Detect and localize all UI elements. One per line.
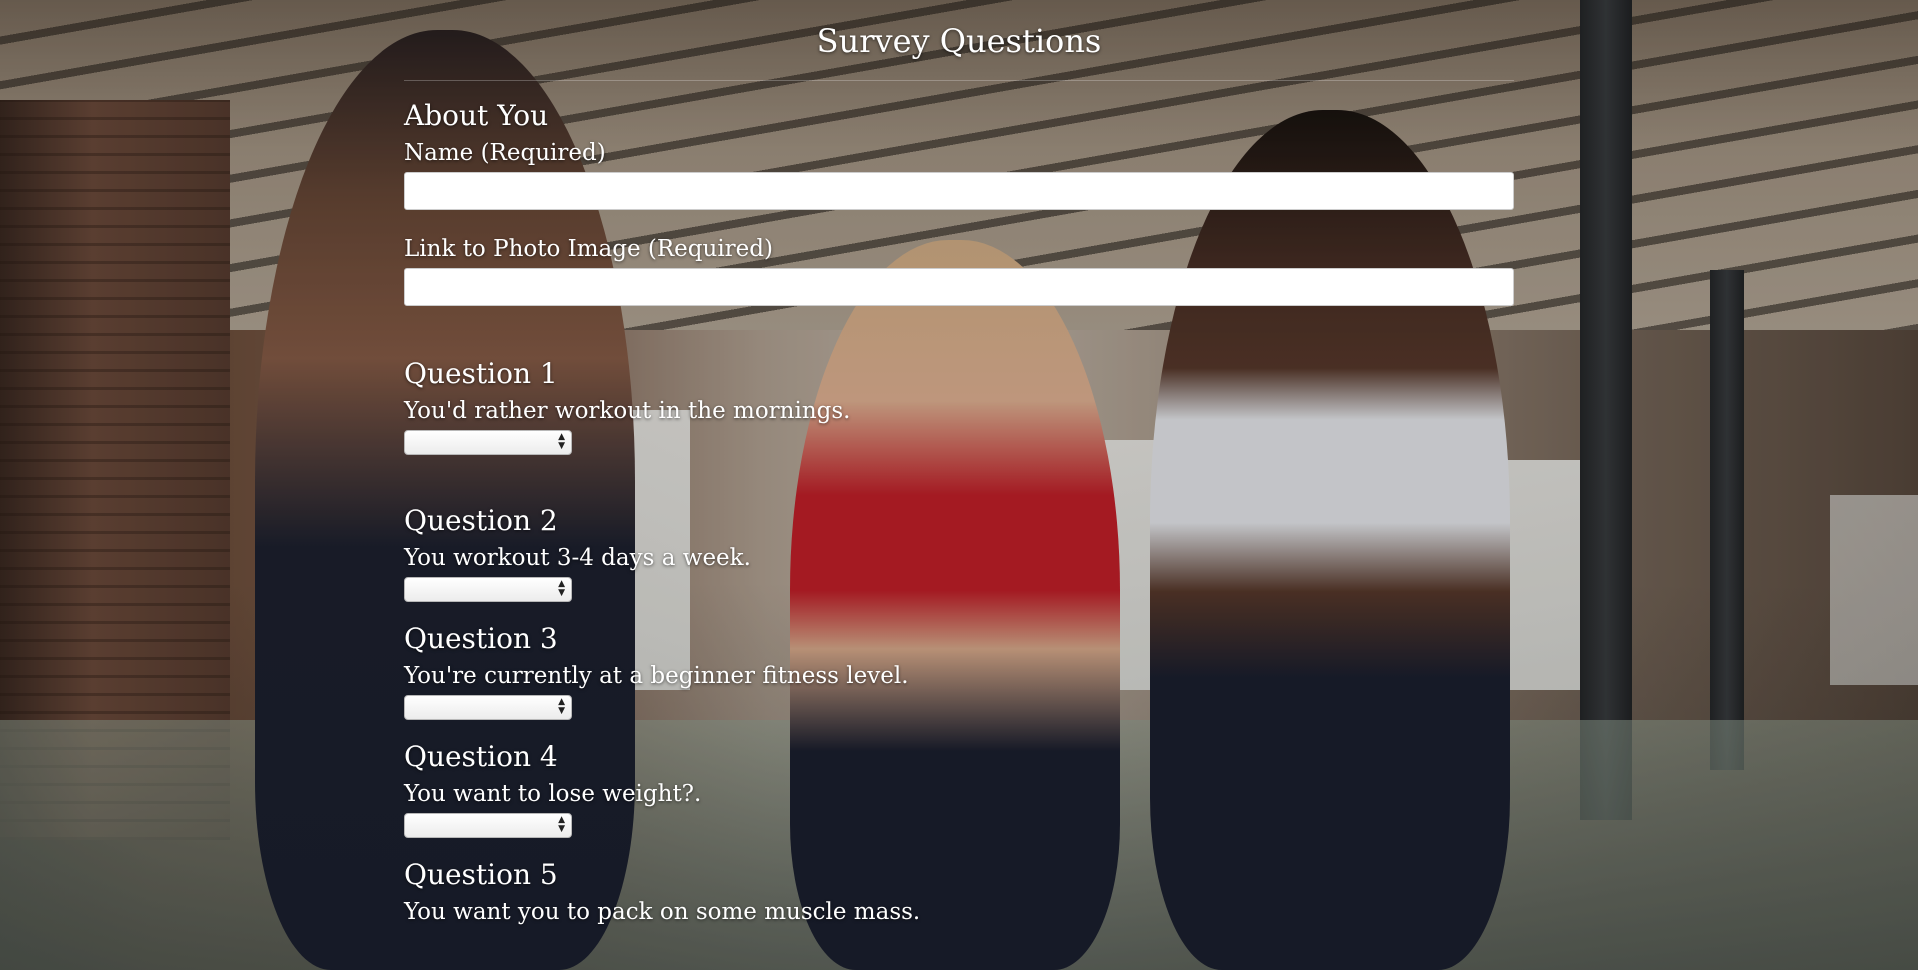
photo-link-input[interactable] [404,268,1514,306]
question-text: You're currently at a beginner fitness l… [404,663,909,689]
updown-arrows-icon: ▲ ▼ [558,815,565,834]
question-1-select[interactable]: ▲ ▼ [404,430,572,455]
question-1: Question 1 You'd rather workout in the m… [404,354,1514,455]
updown-arrows-icon: ▲ ▼ [558,697,565,716]
question-text: You workout 3-4 days a week. [404,545,751,571]
title-divider [404,80,1514,81]
about-heading: About You [404,99,549,132]
updown-arrows-icon: ▲ ▼ [558,432,565,451]
question-heading: Question 1 [404,357,558,390]
question-2: Question 2 You workout 3-4 days a week. … [404,501,1514,602]
question-text: You'd rather workout in the mornings. [404,398,851,424]
question-heading: Question 5 [404,858,558,891]
question-text: You want you to pack on some muscle mass… [404,899,921,925]
question-4: Question 4 You want to lose weight?. ▲ ▼ [404,737,1514,838]
question-heading: Question 3 [404,622,558,655]
question-text: You want to lose weight?. [404,781,702,807]
question-heading: Question 2 [404,504,558,537]
question-3-select[interactable]: ▲ ▼ [404,695,572,720]
photo-link-label: Link to Photo Image (Required) [404,236,773,262]
name-label: Name (Required) [404,140,606,166]
page-title: Survey Questions [816,22,1102,60]
about-section: About You Name (Required) Link to Photo … [404,96,1514,306]
question-heading: Question 4 [404,740,558,773]
survey-form: About You Name (Required) Link to Photo … [404,96,1514,929]
question-3: Question 3 You're currently at a beginne… [404,619,1514,720]
name-input[interactable] [404,172,1514,210]
question-4-select[interactable]: ▲ ▼ [404,813,572,838]
question-5: Question 5 You want you to pack on some … [404,855,1514,929]
question-2-select[interactable]: ▲ ▼ [404,577,572,602]
updown-arrows-icon: ▲ ▼ [558,579,565,598]
